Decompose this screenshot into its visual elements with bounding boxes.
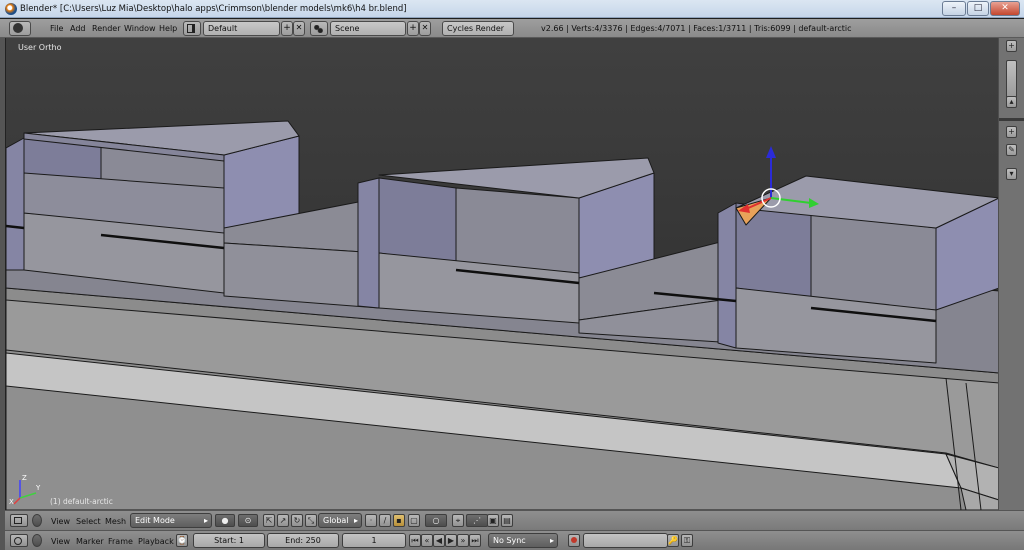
clock-icon xyxy=(14,537,22,545)
view3d-icon xyxy=(14,517,22,524)
menu-file[interactable]: File xyxy=(50,24,63,33)
connector1-front xyxy=(223,242,380,309)
remove-screen-button[interactable]: ✕ xyxy=(293,21,305,36)
mesh-menu[interactable]: Mesh xyxy=(105,517,126,526)
view-menu[interactable]: View xyxy=(51,517,70,526)
render-engine-select[interactable]: Cycles Render xyxy=(442,21,514,36)
select-menu[interactable]: Select xyxy=(76,517,101,526)
window-title: Blender* [C:\Users\Luz Mia\Desktop\halo … xyxy=(20,4,407,14)
module2-inner-back xyxy=(378,177,457,264)
properties-plus-button[interactable]: + xyxy=(1006,126,1017,138)
screen-layout-field[interactable]: Default xyxy=(203,21,280,36)
scene-statistics: v2.66 | Verts:4/3376 | Edges:4/7071 | Fa… xyxy=(541,24,852,33)
editor-type-button[interactable] xyxy=(9,21,31,36)
module2-back-wall xyxy=(455,187,580,274)
view3d-header: View Select Mesh Edit Mode ● ⊙ ⇱ ↗ ↻ ⤡ G… xyxy=(5,510,1024,530)
maximize-button[interactable]: □ xyxy=(967,1,989,16)
add-screen-button[interactable]: + xyxy=(281,21,293,36)
view-name-label: User Ortho xyxy=(18,43,62,52)
manipulator-toggle-icon[interactable]: ⇱ xyxy=(263,514,275,527)
marker-menu[interactable]: Marker xyxy=(76,537,104,546)
jump-end-icon[interactable]: ⏭ xyxy=(469,534,481,547)
edge-select-icon[interactable]: / xyxy=(379,514,391,527)
right-toolbar-strip: + ▴ + ✎ ▾ xyxy=(998,38,1024,510)
jump-start-icon[interactable]: ⏮ xyxy=(409,534,421,547)
proportional-edit-select[interactable]: ○ xyxy=(425,514,447,527)
snap-toggle-icon[interactable]: ⌖ xyxy=(452,514,464,527)
mode-select[interactable]: Edit Mode xyxy=(130,513,212,528)
scroll-down-button[interactable]: ▾ xyxy=(1006,168,1017,180)
insert-keyframe-icon[interactable]: 🔑 xyxy=(667,534,679,547)
menu-add[interactable]: Add xyxy=(70,24,86,33)
timeline-collapse-icon[interactable] xyxy=(32,534,42,547)
module3-back-wall xyxy=(810,212,937,311)
close-button[interactable]: ✕ xyxy=(990,1,1020,16)
jump-keyframe-back-icon[interactable]: « xyxy=(421,534,433,547)
editor-type-3d-button[interactable] xyxy=(10,514,28,527)
screen-layout-icon[interactable] xyxy=(183,21,201,36)
window-title-bar: Blender* [C:\Users\Luz Mia\Desktop\halo … xyxy=(0,0,1024,18)
keying-set-field[interactable] xyxy=(583,533,668,548)
remove-scene-button[interactable]: ✕ xyxy=(419,21,431,36)
current-frame-field[interactable]: 1 xyxy=(342,533,406,548)
editor-type-timeline-button[interactable] xyxy=(10,534,28,547)
vertex-select-icon[interactable]: · xyxy=(365,514,377,527)
snap-element-select[interactable]: ⋰ xyxy=(466,514,488,527)
translate-icon[interactable]: ↗ xyxy=(277,514,289,527)
mesh-canvas[interactable]: Z Y X xyxy=(6,38,998,510)
module3-left-side xyxy=(717,202,737,349)
end-frame-field[interactable]: End: 250 xyxy=(267,533,339,548)
viewport-shading-select[interactable]: ● xyxy=(215,514,235,527)
transform-orientation-select[interactable]: Global xyxy=(318,513,362,528)
axis-z-label: Z xyxy=(22,474,27,482)
sync-mode-select[interactable]: No Sync xyxy=(488,533,558,548)
scene-objects-icon xyxy=(314,25,323,33)
jump-keyframe-forward-icon[interactable]: » xyxy=(457,534,469,547)
rotate-icon[interactable]: ↻ xyxy=(291,514,303,527)
start-frame-field[interactable]: Start: 1 xyxy=(193,533,265,548)
opengl-anim-icon[interactable]: ▤ xyxy=(501,514,513,527)
playback-menu[interactable]: Playback xyxy=(138,537,174,546)
preview-range-icon[interactable]: ⌚ xyxy=(176,534,188,547)
pivot-point-select[interactable]: ⊙ xyxy=(238,514,258,527)
blender-logo-icon xyxy=(5,3,17,15)
play-reverse-icon[interactable]: ◀ xyxy=(433,534,445,547)
module1-left-side xyxy=(6,137,25,271)
axis-y-label: Y xyxy=(35,484,41,492)
frame-menu[interactable]: Frame xyxy=(108,537,133,546)
header-collapse-icon[interactable] xyxy=(32,514,42,527)
menu-window[interactable]: Window xyxy=(124,24,156,33)
region-toggle-button[interactable]: + xyxy=(1006,40,1017,52)
active-object-label: (1) default-arctic xyxy=(50,497,113,506)
timeline-view-menu[interactable]: View xyxy=(51,537,70,546)
face-select-icon[interactable]: ▪ xyxy=(393,514,405,527)
add-scene-button[interactable]: + xyxy=(407,21,419,36)
scene-icon[interactable] xyxy=(310,21,328,36)
module2-left-side xyxy=(357,177,380,309)
scene-field[interactable]: Scene xyxy=(330,21,406,36)
occlude-geometry-icon[interactable]: ▢ xyxy=(408,514,420,527)
wrench-icon[interactable]: ✎ xyxy=(1006,144,1017,156)
play-icon[interactable]: ▶ xyxy=(445,534,457,547)
layout-grid-icon xyxy=(187,24,195,33)
menu-help[interactable]: Help xyxy=(159,24,177,33)
opengl-render-icon[interactable]: ▣ xyxy=(487,514,499,527)
region-divider[interactable] xyxy=(999,118,1024,121)
minimize-button[interactable]: – xyxy=(942,1,966,16)
info-icon xyxy=(13,23,23,33)
3d-viewport[interactable]: Z Y X User Ortho (1) default-arctic xyxy=(5,38,998,510)
info-header: File Add Render Window Help Default + ✕ … xyxy=(0,19,1024,38)
record-icon[interactable] xyxy=(568,534,580,547)
record-dot-icon xyxy=(571,537,577,543)
scale-icon[interactable]: ⤡ xyxy=(305,514,317,527)
scrollbar[interactable] xyxy=(1006,60,1017,98)
scroll-up-button[interactable]: ▴ xyxy=(1006,96,1017,108)
timeline-header: View Marker Frame Playback ⌚ Start: 1 En… xyxy=(5,530,1024,550)
axis-x-label: X xyxy=(9,498,14,506)
menu-render[interactable]: Render xyxy=(92,24,120,33)
delete-keyframe-icon[interactable]: ⚿ xyxy=(681,534,693,547)
